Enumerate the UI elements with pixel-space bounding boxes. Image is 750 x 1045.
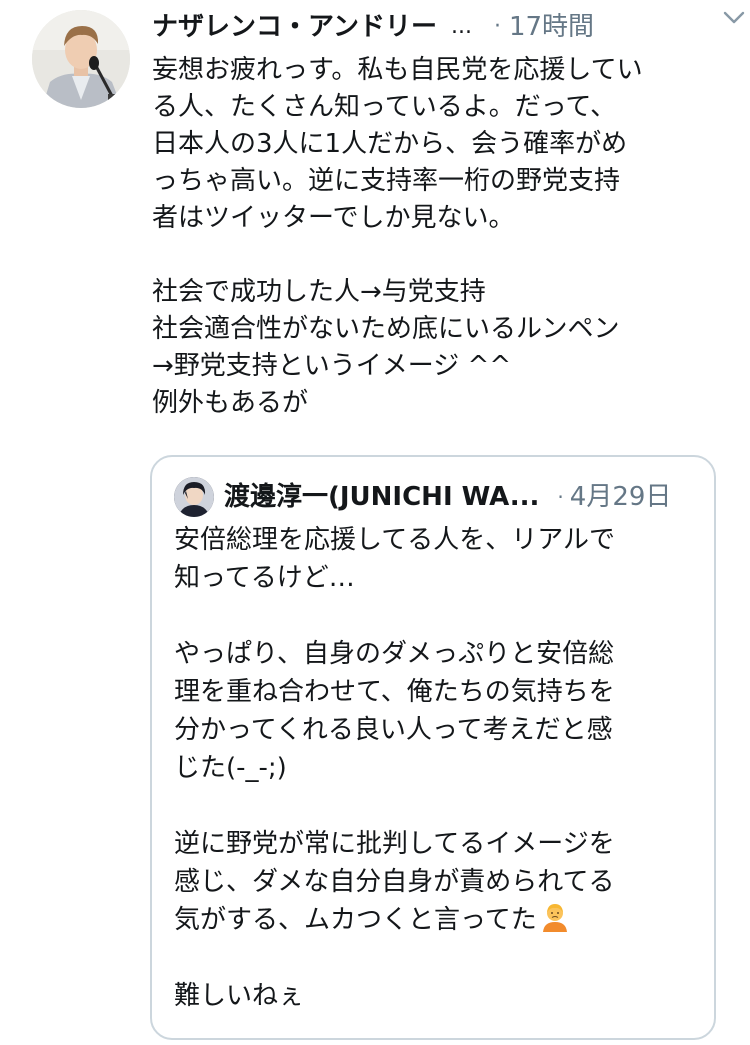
quoted-text-line: 理を重ね合わせて、俺たちの気持ちを bbox=[174, 677, 615, 707]
tweet-timestamp[interactable]: 17時間 bbox=[509, 9, 594, 45]
quoted-text-line: 逆に野党が常に批判してるイメージを bbox=[174, 829, 615, 859]
tweet-text-line: 妄想お疲れっす。私も自民党を応援してい bbox=[152, 55, 643, 85]
quoted-text-line: 難しいねぇ bbox=[174, 981, 305, 1011]
quoted-text-line: じた(-_-;) bbox=[174, 753, 287, 783]
author-avatar[interactable] bbox=[32, 10, 130, 108]
quoted-time-separator: · bbox=[557, 485, 564, 509]
quoted-text-line: 感じ、ダメな自分自身が責められてる bbox=[174, 867, 615, 897]
tweet-header: ナザレンコ・アンドリー ... · 17時間 bbox=[152, 8, 732, 46]
quoted-text-blank-line bbox=[174, 787, 704, 825]
quoted-text-line: 気がする、ムカつくと言ってた bbox=[174, 905, 537, 935]
tweet-text-line: っちゃ高い。逆に支持率一桁の野党支持 bbox=[152, 166, 621, 196]
quoted-tweet-text: 安倍総理を応援してる人を、リアルで 知ってるけど… やっぱり、自身のダメっぷりと… bbox=[174, 521, 704, 1015]
tweet-text-line: 社会で成功した人→与党支持 bbox=[152, 277, 486, 307]
tweet-text-line: 日本人の3人に1人だから、会う確率がめ bbox=[152, 129, 628, 159]
tweet-text-line: る人、たくさん知っているよ。だって、 bbox=[152, 92, 617, 122]
quoted-text-line: 知ってるけど… bbox=[174, 563, 355, 593]
quoted-author-avatar[interactable] bbox=[174, 477, 214, 517]
quoted-text-line: 分かってくれる良い人って考えだと感 bbox=[174, 715, 613, 745]
person-frowning-emoji-icon bbox=[541, 902, 569, 932]
tweet-text-line: →野党支持というイメージ ^^ bbox=[152, 351, 512, 381]
tweet[interactable]: ナザレンコ・アンドリー ... · 17時間 妄想お疲れっす。私も自民党を応援し… bbox=[0, 0, 750, 1045]
author-name[interactable]: ナザレンコ・アンドリー bbox=[152, 9, 437, 45]
quoted-tweet-header: 渡邊淳一(JUNICHI WA... · 4月29日 bbox=[224, 477, 704, 517]
chevron-down-icon[interactable] bbox=[722, 8, 746, 28]
quoted-text-blank-line bbox=[174, 597, 704, 635]
tweet-text: 妄想お疲れっす。私も自民党を応援してい る人、たくさん知っているよ。だって、 日… bbox=[152, 52, 732, 422]
quoted-author-avatar-image bbox=[174, 477, 214, 517]
tweet-text-line: 社会適合性がないため底にいるルンペン bbox=[152, 314, 620, 344]
quoted-author-name[interactable]: 渡邊淳一(JUNICHI WA... bbox=[224, 479, 539, 515]
quoted-tweet-timestamp[interactable]: 4月29日 bbox=[570, 479, 672, 515]
author-avatar-image bbox=[32, 10, 130, 108]
tweet-text-line: 者はツイッターでしか見ない。 bbox=[152, 203, 515, 233]
tweet-text-line: 例外もあるが bbox=[152, 388, 309, 418]
quoted-text-line: やっぱり、自身のダメっぷりと安倍総 bbox=[174, 639, 615, 669]
quoted-text-line-with-emoji: 気がする、ムカつくと言ってた bbox=[174, 901, 704, 939]
time-separator: · bbox=[493, 14, 501, 39]
quoted-text-blank-line bbox=[174, 939, 704, 977]
quoted-tweet[interactable]: 渡邊淳一(JUNICHI WA... · 4月29日 安倍総理を応援してる人を、… bbox=[150, 455, 716, 1040]
quoted-text-line: 安倍総理を応援してる人を、リアルで bbox=[174, 525, 615, 555]
author-name-ellipsis: ... bbox=[450, 14, 472, 39]
